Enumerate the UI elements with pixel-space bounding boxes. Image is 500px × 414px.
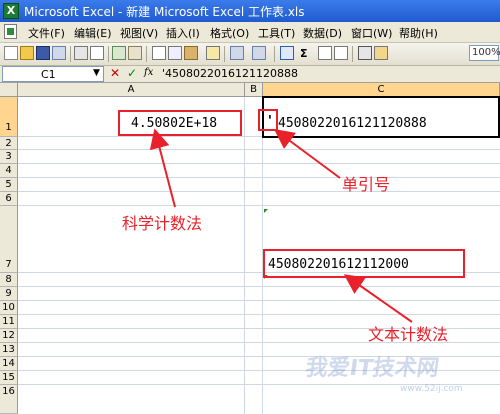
menu-file[interactable]: 文件(F) xyxy=(28,25,65,41)
open-icon[interactable] xyxy=(20,46,34,60)
undo-icon[interactable] xyxy=(230,46,244,60)
annotation-scientific: 科学计数法 xyxy=(122,214,203,233)
menu-insert[interactable]: 插入(I) xyxy=(166,25,200,41)
annotation-text: 文本计数法 xyxy=(368,325,449,344)
paste-icon[interactable] xyxy=(184,46,198,60)
toolbar-separator xyxy=(224,46,225,62)
autosum-icon[interactable]: Σ xyxy=(300,47,308,60)
insert-function-icon[interactable]: fx xyxy=(144,67,153,78)
watermark: 我爱IT技术网 xyxy=(303,356,441,381)
toolbar-separator xyxy=(146,46,147,62)
sort-descending-icon[interactable] xyxy=(334,46,348,60)
arrow-to-quote xyxy=(273,129,341,179)
formula-input[interactable]: '4508022016121120888 xyxy=(162,67,298,80)
toolbar-separator xyxy=(108,46,109,62)
annotation-quote: 单引号 xyxy=(342,175,391,194)
copy-icon[interactable] xyxy=(168,46,182,60)
window-title: Microsoft Excel - 新建 Microsoft Excel 工作表… xyxy=(24,5,305,19)
save-icon[interactable] xyxy=(36,46,50,60)
workbook-icon[interactable] xyxy=(4,24,17,39)
sort-ascending-icon[interactable] xyxy=(318,46,332,60)
format-painter-icon[interactable] xyxy=(206,46,220,60)
print-icon[interactable] xyxy=(74,46,88,60)
menu-bar: 文件(F) 编辑(E) 视图(V) 插入(I) 格式(O) 工具(T) 数据(D… xyxy=(0,22,500,43)
menu-data[interactable]: 数据(D) xyxy=(303,25,342,41)
name-box[interactable]: C1 ▼ xyxy=(2,66,104,82)
print-preview-icon[interactable] xyxy=(90,46,104,60)
watermark-url: www.52ij.com xyxy=(400,384,463,394)
toolbar-separator xyxy=(70,46,71,62)
zoom-select[interactable]: 100% xyxy=(469,45,500,61)
chart-wizard-icon[interactable] xyxy=(358,46,372,60)
drawing-icon[interactable] xyxy=(374,46,388,60)
formula-bar: C1 ▼ ✕ ✓ fx '4508022016121120888 xyxy=(0,66,500,83)
new-icon[interactable] xyxy=(4,46,18,60)
excel-app-icon[interactable]: X xyxy=(3,3,19,19)
permission-icon[interactable] xyxy=(52,46,66,60)
arrow-to-text xyxy=(343,274,413,323)
cut-icon[interactable] xyxy=(152,46,166,60)
standard-toolbar: Σ 100% xyxy=(0,43,500,66)
enter-icon[interactable]: ✓ xyxy=(127,66,137,80)
cancel-icon[interactable]: ✕ xyxy=(110,66,120,80)
toolbar-separator xyxy=(274,46,275,62)
menu-view[interactable]: 视图(V) xyxy=(120,25,158,41)
toolbar-separator xyxy=(352,46,353,62)
spelling-icon[interactable] xyxy=(112,46,126,60)
menu-format[interactable]: 格式(O) xyxy=(210,25,249,41)
hyperlink-icon[interactable] xyxy=(280,46,294,60)
redo-icon[interactable] xyxy=(252,46,266,60)
menu-help[interactable]: 帮助(H) xyxy=(399,25,438,41)
title-bar: X Microsoft Excel - 新建 Microsoft Excel 工… xyxy=(0,0,500,22)
menu-edit[interactable]: 编辑(E) xyxy=(74,25,112,41)
chevron-down-icon[interactable]: ▼ xyxy=(93,68,100,78)
menu-tools[interactable]: 工具(T) xyxy=(258,25,295,41)
arrow-to-scientific xyxy=(149,128,176,208)
research-icon[interactable] xyxy=(128,46,142,60)
name-box-value: C1 xyxy=(41,68,56,81)
menu-window[interactable]: 窗口(W) xyxy=(351,25,392,41)
